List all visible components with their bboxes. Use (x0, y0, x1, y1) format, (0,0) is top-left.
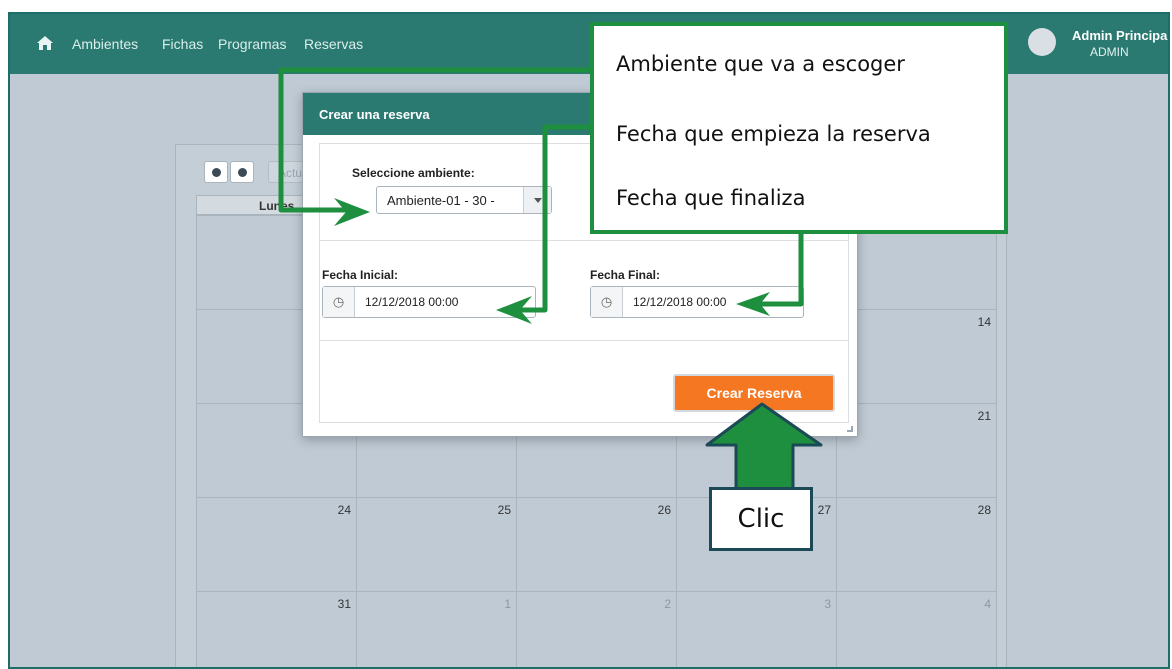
calendar-day-cell[interactable]: 24 (196, 497, 357, 592)
divider (320, 240, 848, 241)
home-icon[interactable] (36, 34, 54, 52)
fecha-final-label: Fecha Final: (590, 268, 661, 282)
calendar-day-cell[interactable]: 1 (356, 591, 517, 667)
calendar-day-cell[interactable]: 25 (356, 497, 517, 592)
fecha-inicial-value: 12/12/2018 00:00 (365, 295, 459, 309)
chevron-right-icon (238, 168, 247, 177)
day-number: 2 (664, 597, 671, 611)
day-number: 14 (977, 315, 991, 329)
nav-fichas[interactable]: Fichas (162, 36, 203, 52)
user-name[interactable]: Admin Principal (1072, 28, 1168, 43)
prev-month-button[interactable] (204, 161, 228, 183)
calendar-day-cell[interactable]: 4 (836, 591, 997, 667)
calendar-day-cell[interactable]: 3 (676, 591, 837, 667)
fecha-inicial-input[interactable]: ◷ 12/12/2018 00:00 (322, 286, 536, 318)
day-number: 21 (977, 409, 991, 423)
clock-icon: ◷ (323, 287, 355, 317)
day-number: 28 (977, 503, 991, 517)
ambiente-select-value: Ambiente-01 - 30 - (387, 193, 495, 208)
nav-reservas[interactable]: Reservas (304, 36, 363, 52)
calendar-day-cell[interactable]: 28 (836, 497, 997, 592)
resize-handle-icon[interactable] (847, 426, 853, 432)
day-number: 26 (657, 503, 671, 517)
calendar-day-cell[interactable]: 14 (836, 309, 997, 404)
day-number: 27 (817, 503, 831, 517)
ambiente-select[interactable]: Ambiente-01 - 30 - (376, 186, 552, 214)
annotation-line: Fecha que empieza la reserva (616, 122, 931, 146)
chevron-down-icon[interactable] (523, 187, 551, 213)
annotation-callout: Ambiente que va a escoger Fecha que empi… (590, 22, 1008, 234)
day-number: 24 (337, 503, 351, 517)
day-number: 31 (337, 597, 351, 611)
divider (320, 340, 848, 341)
calendar-day-cell[interactable]: 26 (516, 497, 677, 592)
create-reservation-button[interactable]: Crear Reserva (673, 374, 835, 412)
annotation-line: Ambiente que va a escoger (616, 52, 905, 76)
clock-icon: ◷ (591, 287, 623, 317)
calendar-day-cell[interactable]: 31 (196, 591, 357, 667)
day-number: 4 (984, 597, 991, 611)
annotation-line: Fecha que finaliza (616, 186, 806, 210)
user-role: ADMIN (1090, 45, 1129, 59)
day-number: 1 (504, 597, 511, 611)
fecha-final-input[interactable]: ◷ 12/12/2018 00:00 (590, 286, 804, 318)
day-number: 3 (824, 597, 831, 611)
ambiente-label: Seleccione ambiente: (352, 166, 475, 180)
screenshot-frame: Ambientes Fichas Programas Reservas Admi… (0, 0, 1172, 669)
top-strip (0, 0, 1172, 12)
nav-ambientes[interactable]: Ambientes (72, 36, 138, 52)
chevron-left-icon (212, 168, 221, 177)
avatar[interactable] (1028, 28, 1056, 56)
next-month-button[interactable] (230, 161, 254, 183)
dialog-title: Crear una reserva (319, 107, 430, 122)
fecha-inicial-label: Fecha Inicial: (322, 268, 399, 282)
calendar-day-cell[interactable]: 2 (516, 591, 677, 667)
fecha-final-value: 12/12/2018 00:00 (633, 295, 727, 309)
day-number: 25 (497, 503, 511, 517)
nav-programas[interactable]: Programas (218, 36, 286, 52)
click-callout: Clic (709, 487, 813, 551)
weekday-label: Lunes (259, 199, 295, 213)
calendar-day-cell[interactable]: 21 (836, 403, 997, 498)
